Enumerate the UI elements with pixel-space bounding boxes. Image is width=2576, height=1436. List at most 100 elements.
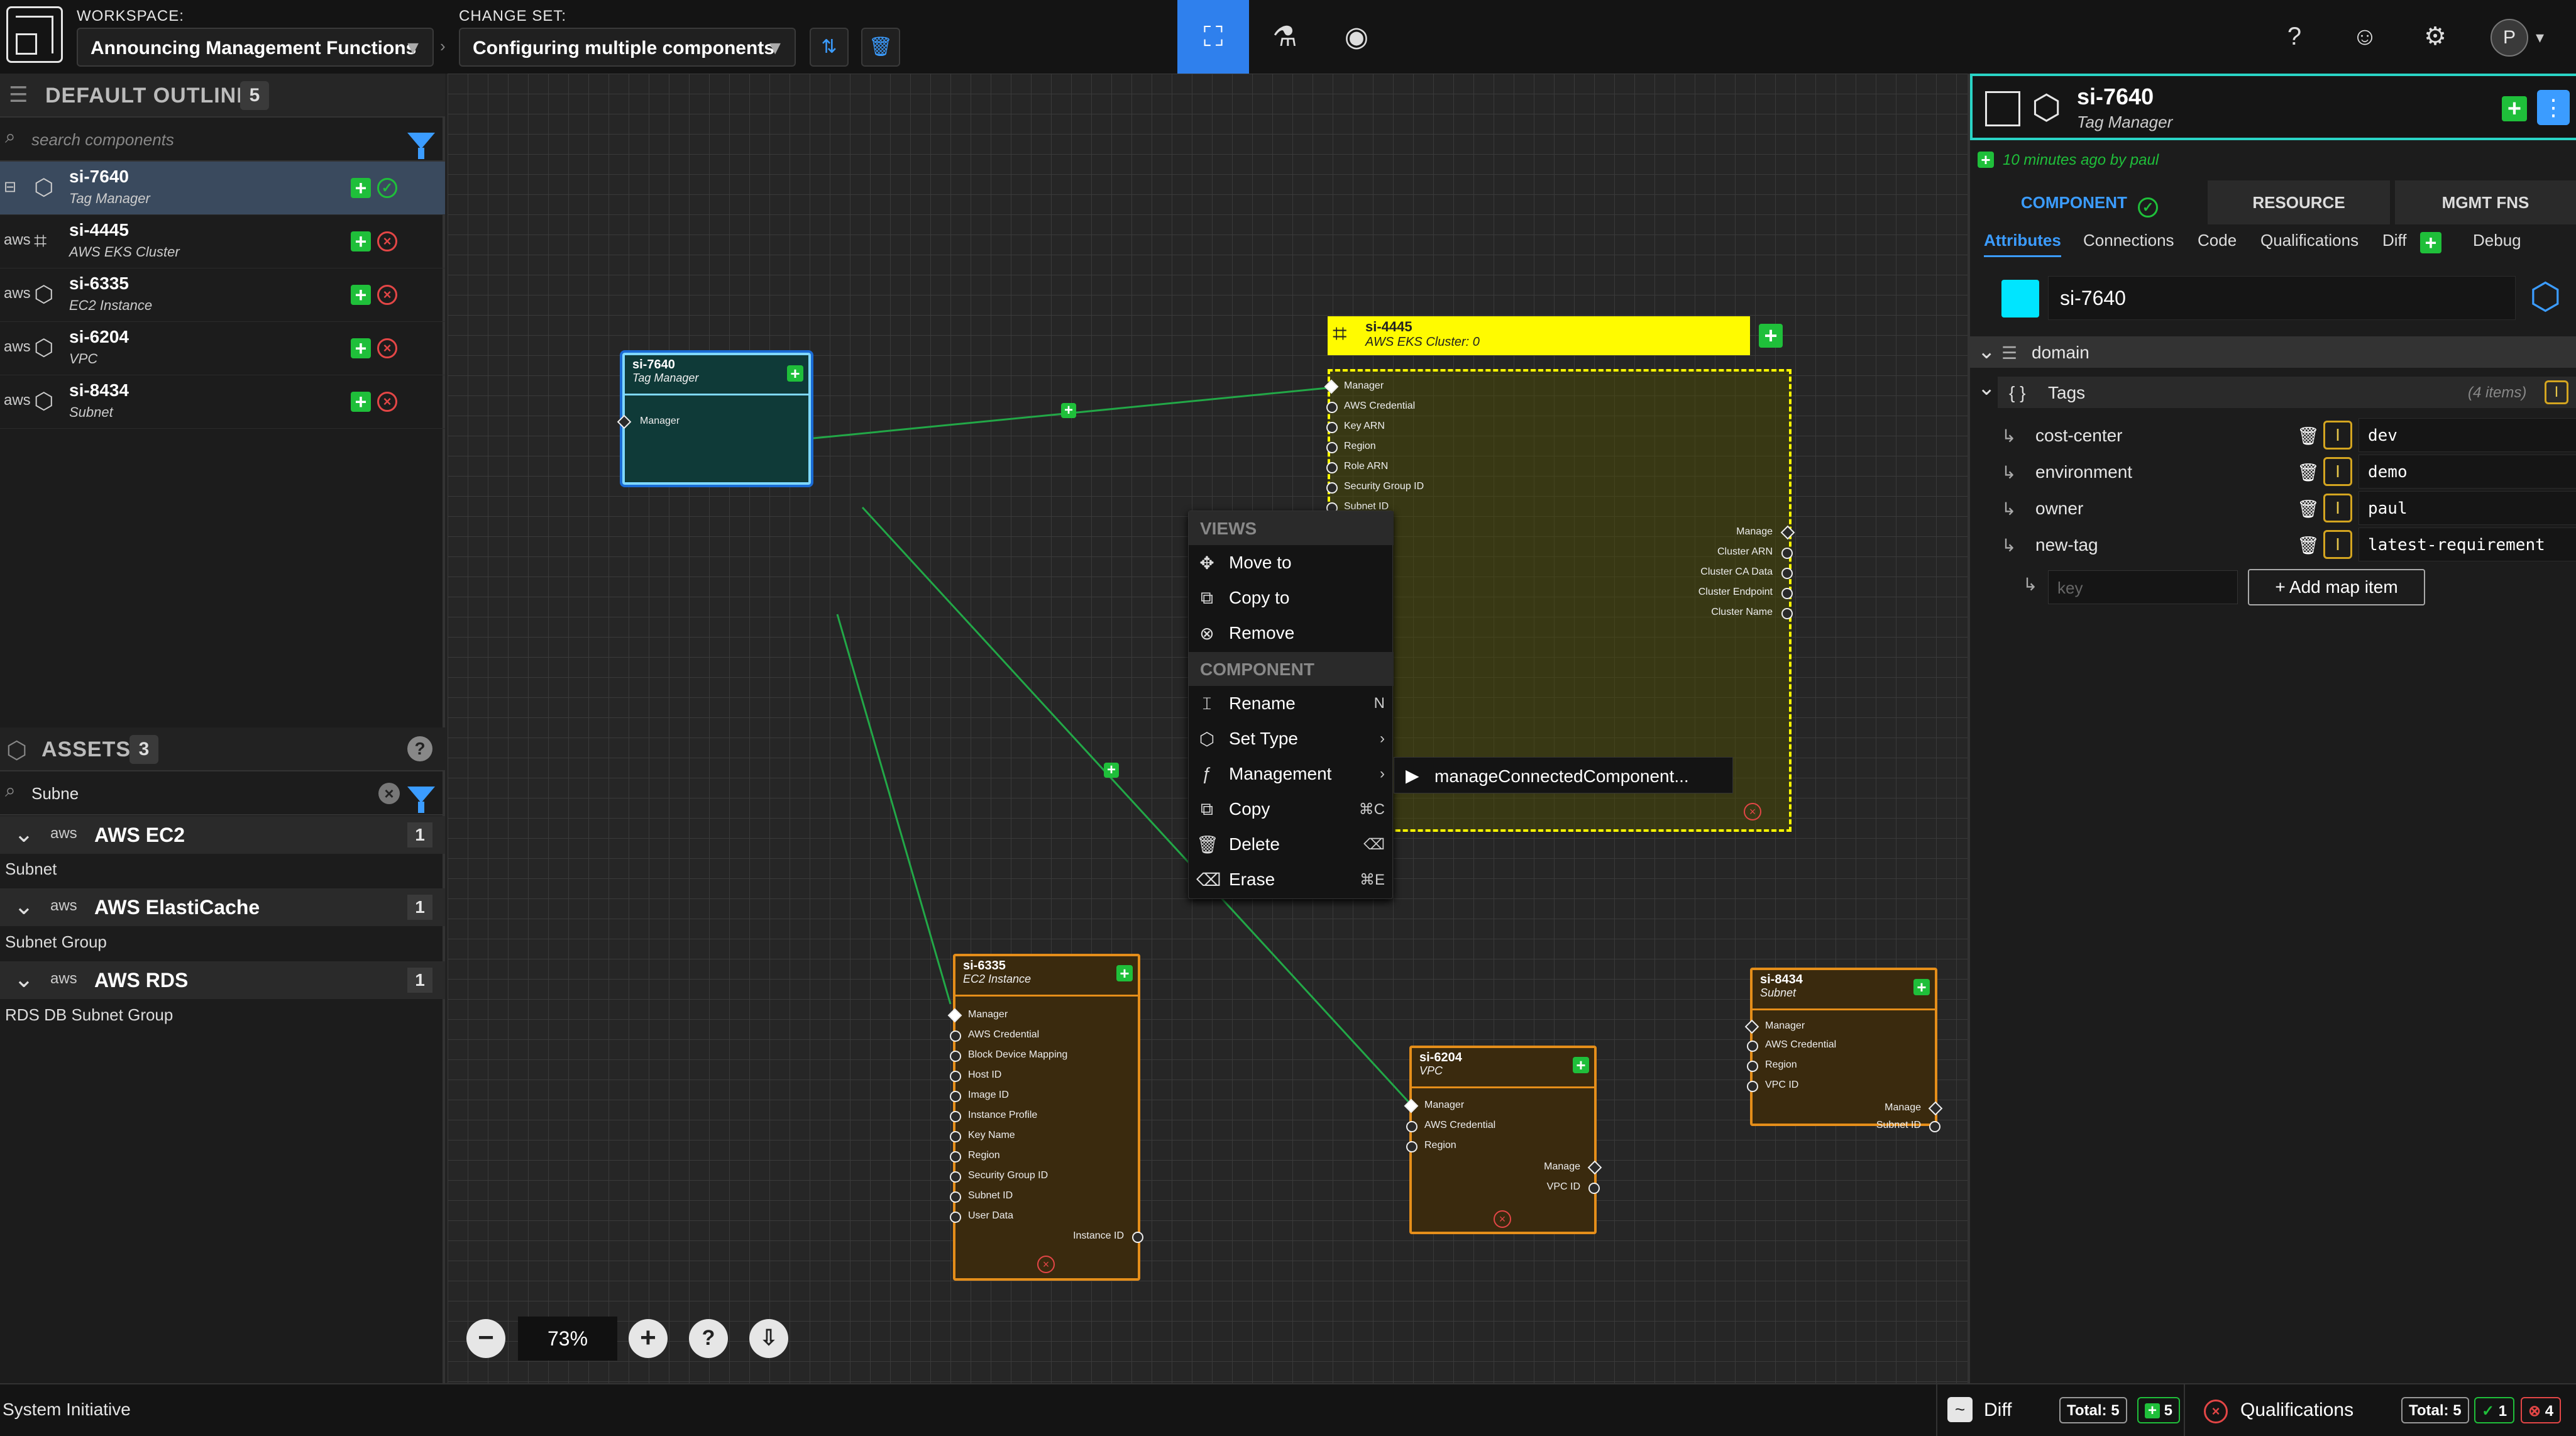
outline-item[interactable]: ⊟ ⬡ si-7640 Tag Manager + ✓ [0, 162, 445, 215]
diff-label[interactable]: Diff [1984, 1400, 2012, 1421]
cursor-icon[interactable]: I [2323, 494, 2352, 522]
tag-row[interactable]: ↳ new-tag 🗑 Ilatest-requirement [2001, 527, 2576, 563]
outline-item[interactable]: aws ⬡ si-6204 VPC + × [0, 322, 445, 375]
socket-input[interactable] [950, 1191, 961, 1203]
assets-search[interactable]: ⌕ Subne × [0, 771, 445, 815]
socket-output[interactable] [1929, 1121, 1940, 1132]
socket-input[interactable] [950, 1091, 961, 1102]
tab-component[interactable]: COMPONENT ✓ [1970, 180, 2203, 224]
subtab-qualifications[interactable]: Qualifications [2260, 231, 2359, 250]
search-input[interactable]: search components [31, 130, 174, 150]
subtab-code[interactable]: Code [2198, 231, 2237, 250]
kebab-menu-button[interactable]: ⋮ [2537, 90, 2570, 125]
outline-search[interactable]: ⌕ search components [0, 118, 445, 162]
menu-item-remove[interactable]: ⊗ Remove [1189, 616, 1394, 651]
help-icon[interactable]: ? [407, 736, 432, 761]
help-button[interactable]: ? [2277, 19, 2312, 54]
domain-row[interactable]: ⌄ ☰ domain [1970, 336, 2576, 368]
trash-icon[interactable]: 🗑 [2297, 499, 2320, 519]
tag-value-input[interactable]: dev [2359, 418, 2576, 452]
socket-output[interactable] [1588, 1183, 1600, 1194]
merge-changeset-button[interactable]: ⇅ [810, 28, 849, 67]
cursor-icon[interactable]: I [2323, 530, 2352, 559]
socket-input[interactable] [950, 1071, 961, 1082]
socket-output[interactable] [1781, 588, 1793, 599]
socket-input[interactable] [1747, 1041, 1758, 1052]
edge[interactable] [836, 614, 952, 1005]
customize-button[interactable]: ⚗ [1249, 0, 1321, 74]
outline-item[interactable]: aws ⬡ si-6335 EC2 Instance + × [0, 268, 445, 322]
socket-output[interactable] [1132, 1232, 1143, 1243]
tag-row[interactable]: ↳ owner 🗑 Ipaul [2001, 491, 2576, 526]
socket-input[interactable] [1406, 1141, 1417, 1152]
add-map-item-button[interactable]: + Add map item [2248, 569, 2425, 605]
add-icon[interactable]: + [1759, 324, 1783, 348]
zoom-in-button[interactable]: + [629, 1319, 668, 1358]
socket-input[interactable] [950, 1212, 961, 1223]
socket-output[interactable] [1781, 608, 1793, 619]
trash-icon[interactable]: 🗑 [2297, 426, 2320, 446]
node-ec2-instance[interactable]: si-6335 EC2 Instance + Manager AWS Crede… [947, 954, 1143, 1281]
socket-input[interactable] [1747, 1081, 1758, 1092]
tag-row[interactable]: ↳ environment 🗑 Idemo [2001, 455, 2576, 490]
socket-output[interactable] [1781, 568, 1793, 579]
menu-item-delete[interactable]: 🗑 Delete ⌫ [1189, 827, 1394, 862]
app-logo[interactable] [6, 6, 63, 63]
socket-input[interactable] [1326, 442, 1338, 453]
user-avatar[interactable]: P [2491, 19, 2528, 57]
search-input[interactable]: Subne [31, 784, 79, 804]
asset-item[interactable]: Subnet Group [5, 932, 107, 952]
new-key-input[interactable]: key [2048, 570, 2238, 604]
cursor-icon[interactable]: I [2323, 421, 2352, 450]
socket-input[interactable] [1326, 482, 1338, 494]
tab-mgmt-fns[interactable]: MGMT FNS [2395, 180, 2576, 224]
socket-input[interactable] [1326, 422, 1338, 433]
socket-output[interactable] [1781, 548, 1793, 559]
qualifications-label[interactable]: Qualifications [2240, 1400, 2353, 1421]
socket-input[interactable] [950, 1151, 961, 1163]
model-view-button[interactable]: ⛶ [1177, 0, 1249, 74]
socket-input[interactable] [950, 1030, 961, 1042]
color-swatch[interactable] [2001, 280, 2039, 318]
name-input[interactable]: si-7640 [2048, 276, 2516, 320]
add-icon[interactable]: + [1116, 965, 1133, 981]
menu-item-move-to[interactable]: ✥ Move to [1189, 545, 1394, 580]
discord-button[interactable]: ☺ [2347, 19, 2382, 54]
menu-item-copy[interactable]: ⧉ Copy ⌘C [1189, 792, 1394, 827]
subtab-attributes[interactable]: Attributes [1984, 231, 2061, 257]
tab-resource[interactable]: RESOURCE [2208, 180, 2390, 224]
chevron-down-icon[interactable]: ▾ [2536, 28, 2544, 47]
menu-item-set-type[interactable]: ⬡ Set Type › [1189, 721, 1394, 756]
submenu-item-manage-connected[interactable]: ▶ manageConnectedComponent... [1394, 757, 1733, 793]
node-vpc[interactable]: si-6204 VPC + Manager AWS Credential Reg… [1404, 1046, 1602, 1234]
asset-group[interactable]: ⌄ aws AWS RDS 1 [0, 961, 445, 999]
tags-row[interactable]: ⌄ { } Tags (4 items) I [1978, 376, 2576, 408]
node-tag-manager[interactable]: si-7640 Tag Manager + Manager [617, 353, 811, 485]
trash-icon[interactable]: 🗑 [2297, 535, 2320, 556]
tag-value-input[interactable]: latest-requirement [2359, 527, 2576, 561]
socket-input[interactable] [1326, 462, 1338, 473]
menu-item-management[interactable]: ƒ Management › [1189, 756, 1394, 792]
socket-input[interactable] [1747, 1061, 1758, 1072]
asset-group[interactable]: ⌄ aws AWS EC2 1 [0, 816, 445, 854]
add-icon[interactable]: + [1913, 979, 1930, 995]
menu-item-erase[interactable]: ⌫ Erase ⌘E [1189, 862, 1394, 897]
cursor-icon[interactable]: I [2545, 380, 2568, 404]
socket-input[interactable] [950, 1171, 961, 1183]
socket-input[interactable] [950, 1131, 961, 1142]
outline-item[interactable]: aws ⬡ si-8434 Subnet + × [0, 375, 445, 429]
changeset-select[interactable]: Configuring multiple components ▼ [459, 28, 796, 67]
preview-button[interactable]: ◉ [1321, 0, 1392, 74]
filter-icon[interactable] [407, 787, 435, 813]
subtab-diff[interactable]: Diff [2382, 231, 2407, 250]
download-button[interactable]: ⇩ [749, 1319, 788, 1358]
asset-item[interactable]: Subnet [5, 859, 57, 879]
outline-item[interactable]: aws ⌗ si-4445 AWS EKS Cluster + × [0, 215, 445, 268]
trash-icon[interactable]: 🗑 [2297, 462, 2320, 483]
settings-button[interactable]: ⚙ [2418, 19, 2453, 54]
zoom-out-button[interactable]: − [466, 1319, 505, 1358]
tag-value-input[interactable]: paul [2359, 491, 2576, 525]
socket-input[interactable] [950, 1051, 961, 1062]
menu-item-copy-to[interactable]: ⧉ Copy to [1189, 580, 1394, 616]
socket-input[interactable] [1326, 402, 1338, 413]
